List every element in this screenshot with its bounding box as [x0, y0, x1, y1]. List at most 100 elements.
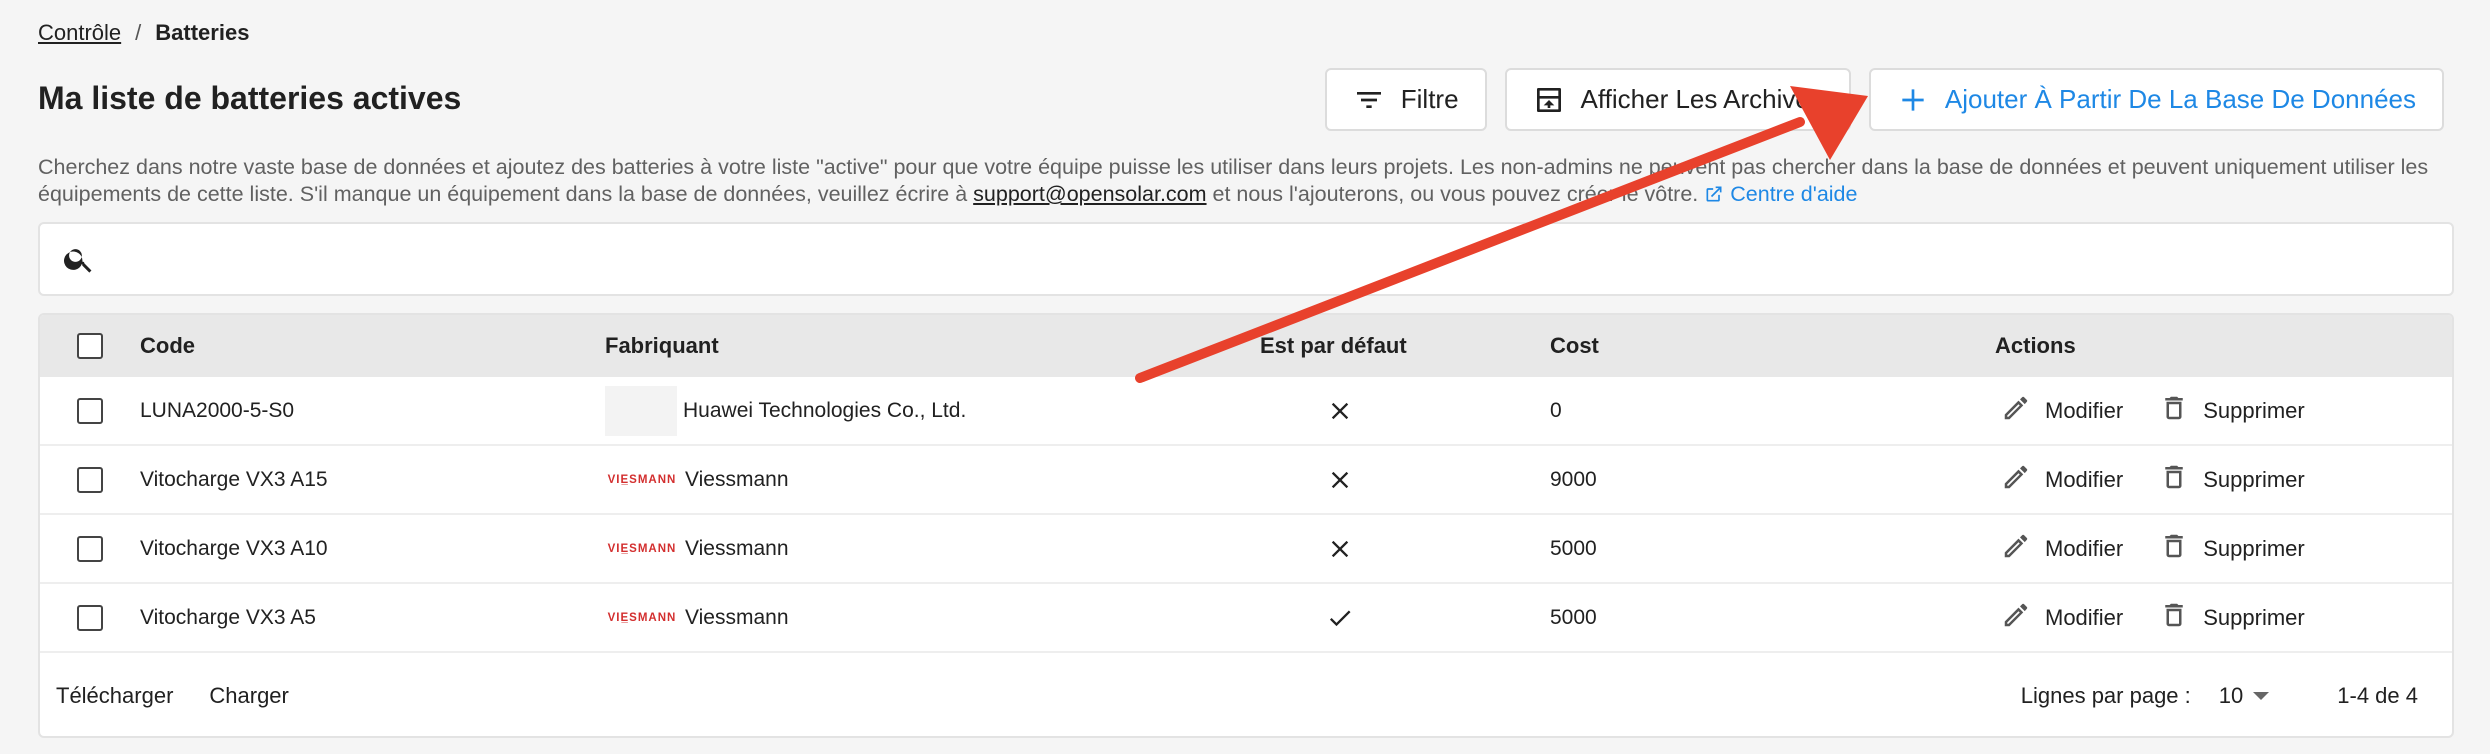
trash-icon [2159, 462, 2189, 498]
rows-per-page-value: 10 [2218, 683, 2244, 708]
viessmann-logo: VIE̲SMANN [607, 542, 677, 555]
batteries-table: Code Fabriquant Est par défaut Cost Acti… [38, 313, 2454, 738]
delete-button[interactable]: Supprimer [2159, 393, 2305, 429]
cell-code: LUNA2000-5-S0 [140, 398, 295, 422]
row-checkbox[interactable] [77, 466, 103, 493]
row-checkbox[interactable] [77, 604, 103, 631]
delete-label: Supprimer [2203, 604, 2305, 630]
download-button[interactable]: Télécharger [56, 683, 173, 709]
add-from-database-label: Ajouter À Partir De La Base De Données [1944, 84, 2416, 114]
delete-label: Supprimer [2203, 397, 2305, 423]
cell-code: Vitocharge VX3 A15 [140, 467, 328, 491]
caret-down-icon [2253, 692, 2270, 700]
table-row[interactable]: LUNA2000-5-S0 Huawei Technologies Co., L… [40, 377, 2452, 446]
delete-button[interactable]: Supprimer [2159, 462, 2305, 498]
cell-code: Vitocharge VX3 A5 [140, 605, 316, 629]
help-center-label: Centre d'aide [1730, 182, 1858, 206]
show-archives-button[interactable]: Afficher Les Archives [1504, 68, 1851, 131]
header-cost[interactable]: Cost [1500, 333, 1965, 359]
edit-label: Modifier [2045, 466, 2124, 492]
edit-label: Modifier [2045, 397, 2124, 423]
manufacturer-name: Viessmann [685, 467, 789, 491]
delete-button[interactable]: Supprimer [2159, 600, 2305, 636]
cell-manufacturer: Huawei Technologies Co., Ltd. [605, 385, 1180, 436]
breadcrumb: Contrôle / Batteries [38, 20, 249, 46]
row-checkbox[interactable] [77, 397, 103, 424]
edit-button[interactable]: Modifier [2001, 393, 2123, 429]
rows-per-page-label: Lignes par page : [2020, 683, 2191, 708]
header-code[interactable]: Code [140, 333, 605, 359]
cell-code: Vitocharge VX3 A10 [140, 536, 328, 560]
row-checkbox[interactable] [77, 535, 103, 562]
header-is-default[interactable]: Est par défaut [1180, 333, 1500, 359]
cell-actions: Modifier Supprimer [1965, 393, 2452, 429]
filter-button-label: Filtre [1400, 84, 1459, 114]
select-all-checkbox[interactable] [77, 333, 103, 359]
pagination-range: 1-4 de 4 [2337, 683, 2418, 708]
edit-button[interactable]: Modifier [2001, 531, 2123, 567]
pencil-icon [2001, 462, 2031, 498]
trash-icon [2159, 393, 2189, 429]
check-icon [1180, 604, 1500, 632]
close-icon [1180, 535, 1500, 563]
description-text-2: et nous l'ajouterons, ou vous pouvez cré… [1206, 182, 1705, 206]
manufacturer-logo [605, 385, 677, 436]
help-center-link[interactable]: Centre d'aide [1704, 182, 1857, 206]
manufacturer-name: Viessmann [685, 605, 789, 629]
plus-icon [1902, 88, 1924, 111]
cell-manufacturer: VIE̲SMANN Viessmann [605, 537, 1180, 561]
search-icon [64, 249, 92, 273]
breadcrumb-separator: / [135, 20, 142, 45]
archive-icon [1536, 87, 1561, 112]
viessmann-logo: VIE̲SMANN [607, 473, 677, 486]
viessmann-logo: VIE̲SMANN [607, 611, 677, 624]
pencil-icon [2001, 393, 2031, 429]
manufacturer-name: Viessmann [685, 536, 789, 560]
cell-actions: Modifier Supprimer [1965, 600, 2452, 636]
delete-button[interactable]: Supprimer [2159, 531, 2305, 567]
rows-per-page-select[interactable]: 10 [2218, 683, 2270, 709]
table-header: Code Fabriquant Est par défaut Cost Acti… [40, 315, 2452, 377]
toolbar: Filtre Afficher Les Archives Ajouter À P… [1324, 68, 2444, 131]
header-manufacturer[interactable]: Fabriquant [605, 333, 1180, 359]
table-row[interactable]: Vitocharge VX3 A10 VIE̲SMANN Viessmann 50… [40, 515, 2452, 584]
trash-icon [2159, 600, 2189, 636]
add-from-database-button[interactable]: Ajouter À Partir De La Base De Données [1868, 68, 2444, 131]
search-input[interactable] [114, 224, 2452, 294]
breadcrumb-controle-link[interactable]: Contrôle [38, 20, 121, 46]
trash-icon [2159, 531, 2189, 567]
breadcrumb-current: Batteries [155, 20, 250, 45]
support-email-link[interactable]: support@opensolar.com [973, 182, 1206, 206]
close-icon [1180, 466, 1500, 494]
table-row[interactable]: Vitocharge VX3 A15 VIE̲SMANN Viessmann 90… [40, 446, 2452, 515]
cell-cost: 5000 [1550, 605, 1597, 629]
cell-cost: 9000 [1550, 467, 1597, 491]
filter-icon [1356, 91, 1381, 108]
page-description: Cherchez dans notre vaste base de donnée… [38, 154, 2438, 208]
cell-actions: Modifier Supprimer [1965, 531, 2452, 567]
cell-manufacturer: VIE̲SMANN Viessmann [605, 606, 1180, 630]
cell-cost: 0 [1550, 398, 1562, 422]
table-footer: Télécharger Charger Lignes par page : 10… [40, 653, 2452, 736]
external-link-icon [1706, 186, 1722, 202]
table-row[interactable]: Vitocharge VX3 A5 VIE̲SMANN Viessmann 500… [40, 584, 2452, 653]
delete-label: Supprimer [2203, 535, 2305, 561]
cell-manufacturer: VIE̲SMANN Viessmann [605, 468, 1180, 492]
cell-actions: Modifier Supprimer [1965, 462, 2452, 498]
header-actions: Actions [1995, 333, 2076, 358]
edit-label: Modifier [2045, 604, 2124, 630]
edit-label: Modifier [2045, 535, 2124, 561]
upload-button[interactable]: Charger [209, 683, 288, 709]
edit-button[interactable]: Modifier [2001, 600, 2123, 636]
pencil-icon [2001, 600, 2031, 636]
filter-button[interactable]: Filtre [1324, 68, 1487, 131]
show-archives-label: Afficher Les Archives [1580, 84, 1823, 114]
pencil-icon [2001, 531, 2031, 567]
close-icon [1180, 397, 1500, 425]
delete-label: Supprimer [2203, 466, 2305, 492]
search-bar [38, 222, 2454, 296]
edit-button[interactable]: Modifier [2001, 462, 2123, 498]
cell-cost: 5000 [1550, 536, 1597, 560]
page-title: Ma liste de batteries actives [38, 80, 462, 116]
manufacturer-name: Huawei Technologies Co., Ltd. [683, 398, 967, 422]
